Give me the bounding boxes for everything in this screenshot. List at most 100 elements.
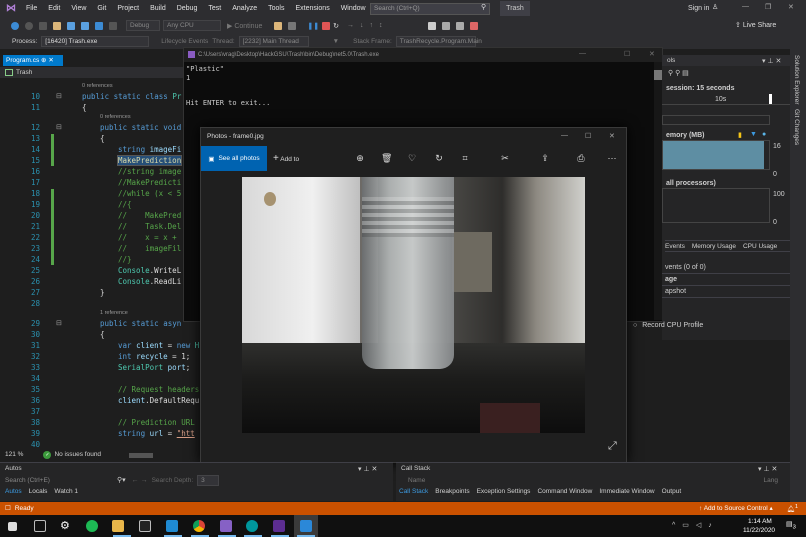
clock-date[interactable]: 11/22/2020: [743, 527, 775, 534]
tab-call-stack[interactable]: Call Stack: [399, 488, 428, 495]
bookmark-icon[interactable]: [428, 21, 437, 30]
tab-breakpoints[interactable]: Breakpoints: [435, 488, 469, 495]
stack-frame-dropdown[interactable]: TrashRecycle.Program.Main: [395, 36, 482, 47]
console-close[interactable]: ✕: [649, 50, 655, 58]
open-icon[interactable]: [53, 21, 61, 30]
scrollbar[interactable]: [129, 452, 154, 458]
back-icon[interactable]: [11, 21, 19, 30]
bookmark-prev-icon[interactable]: [442, 21, 451, 30]
share-icon[interactable]: ⇪: [540, 153, 550, 163]
chrome-icon[interactable]: [193, 520, 205, 532]
menu-window[interactable]: Window: [341, 5, 366, 12]
add-to-button[interactable]: + Add to: [273, 153, 299, 164]
code-line[interactable]: }: [100, 288, 105, 297]
close-button[interactable]: ✕: [788, 3, 794, 11]
code-line[interactable]: {: [100, 134, 105, 143]
code-line[interactable]: // Prediction URL: [118, 418, 195, 427]
rotate-icon[interactable]: ↻: [434, 153, 444, 163]
code-line[interactable]: public static asyn: [100, 319, 181, 328]
navigation-bar[interactable]: Trash: [0, 67, 185, 78]
arduino-icon[interactable]: [246, 520, 258, 532]
menu-build[interactable]: Build: [150, 5, 166, 12]
tab-git-changes[interactable]: Git Changes: [793, 109, 800, 145]
edit-icon[interactable]: ✂: [500, 153, 510, 163]
diag-tab-cpu-usage[interactable]: CPU Usage: [743, 243, 777, 250]
more-icon[interactable]: ⋯: [607, 153, 617, 163]
sign-in-link[interactable]: Sign in: [688, 5, 709, 12]
photos-close[interactable]: ✕: [609, 132, 615, 140]
visual-studio-icon[interactable]: [220, 520, 232, 532]
hot-reload-icon[interactable]: [274, 21, 283, 30]
code-line[interactable]: {: [100, 330, 105, 339]
console-app-icon[interactable]: [273, 520, 285, 532]
menu-extensions[interactable]: Extensions: [295, 5, 329, 12]
code-line[interactable]: //string image: [118, 167, 181, 176]
bookmark-next-icon[interactable]: [456, 21, 465, 30]
photos-app-active[interactable]: [294, 515, 318, 537]
code-line[interactable]: // MakePred: [118, 211, 181, 220]
photos-minimize[interactable]: —: [561, 132, 568, 139]
code-editor[interactable]: 10 public static class Pr 11 {12 public stat…: [0, 78, 200, 450]
menu-view[interactable]: View: [71, 5, 86, 12]
task-view-icon[interactable]: [34, 520, 46, 532]
action-center-icon[interactable]: ▤3: [786, 520, 796, 530]
tab-autos[interactable]: Autos: [5, 488, 22, 495]
code-line[interactable]: Console.ReadLi: [118, 277, 181, 286]
code-line[interactable]: MakePrediction: [116, 155, 183, 166]
search-icon[interactable]: ⚲▾: [117, 476, 126, 484]
collapse-icon[interactable]: ⊟: [56, 92, 62, 100]
console-scrollbar[interactable]: [654, 62, 662, 320]
expand-icon[interactable]: ⤢: [608, 440, 617, 453]
collapse-icon[interactable]: ⊟: [56, 319, 62, 327]
code-line[interactable]: string url = "htt: [118, 429, 195, 438]
new-project-icon[interactable]: [39, 21, 47, 30]
file-explorer-icon[interactable]: [112, 520, 124, 532]
panel-menu-icons[interactable]: ▾ ⊥ ✕: [762, 57, 781, 65]
tab-solution-explorer[interactable]: Solution Explorer: [793, 55, 800, 105]
diag-item[interactable]: vents (0 of 0): [662, 262, 790, 274]
code-line[interactable]: SerialPort port;: [118, 363, 190, 372]
menu-tools[interactable]: Tools: [268, 5, 284, 12]
redo-icon[interactable]: [109, 21, 117, 30]
live-share-button[interactable]: ⇪ Live Share: [735, 21, 776, 29]
record-cpu-profile-button[interactable]: ○ Record CPU Profile: [633, 322, 703, 329]
start-icon[interactable]: [8, 522, 17, 531]
console-minimize[interactable]: —: [579, 50, 586, 57]
lifecycle-events[interactable]: Lifecycle Events: [161, 38, 208, 45]
code-line[interactable]: //}: [118, 255, 132, 264]
undo-icon[interactable]: [95, 21, 103, 30]
minimize-button[interactable]: —: [742, 3, 749, 10]
screenshot-icon[interactable]: [288, 21, 297, 30]
panel-menu-icons[interactable]: ▾ ⊥ ✕: [758, 465, 777, 473]
code-lens-references[interactable]: 0 references: [82, 83, 113, 89]
pause-icon[interactable]: ❚❚: [307, 22, 319, 30]
code-line[interactable]: var client = new H: [118, 341, 199, 350]
code-line[interactable]: //MakePredicti: [118, 178, 181, 187]
tab-immediate-window[interactable]: Immediate Window: [599, 488, 654, 495]
code-lens-references[interactable]: 1 reference: [100, 310, 128, 316]
tab-locals[interactable]: Locals: [29, 488, 48, 495]
process-dropdown[interactable]: [16420] Trash.exe: [41, 36, 150, 47]
code-line[interactable]: Console.WriteL: [118, 266, 181, 275]
add-to-source-control[interactable]: ↑ Add to Source Control ▴: [699, 502, 773, 515]
diag-tab-memory-usage[interactable]: Memory Usage: [692, 243, 736, 250]
code-line[interactable]: int recycle = 1;: [118, 352, 190, 361]
diag-tab-events[interactable]: Events: [665, 243, 685, 250]
code-line[interactable]: public static void: [100, 123, 181, 132]
crop-icon[interactable]: ⌗: [460, 153, 470, 163]
menu-edit[interactable]: Edit: [48, 5, 60, 12]
favorite-icon[interactable]: ♡: [407, 153, 417, 163]
tray-icons[interactable]: ^▭◁♪: [672, 521, 719, 529]
tab-output[interactable]: Output: [662, 488, 682, 495]
restart-icon[interactable]: ↻: [333, 22, 339, 30]
user-icon[interactable]: ♙: [712, 3, 718, 11]
step-icons[interactable]: →↓↑↕: [347, 22, 389, 29]
search-icon[interactable]: ⚲: [481, 3, 486, 11]
save-all-icon[interactable]: [81, 21, 89, 30]
pin-icon[interactable]: ⊕: [41, 57, 46, 64]
print-icon[interactable]: ⎙: [576, 153, 586, 163]
thread-dropdown[interactable]: [2232] Main Thread: [238, 36, 309, 47]
collapse-icon[interactable]: ⊟: [56, 123, 62, 131]
code-line[interactable]: // x = x +: [118, 233, 177, 242]
timeline-ruler[interactable]: 10s: [662, 93, 790, 105]
